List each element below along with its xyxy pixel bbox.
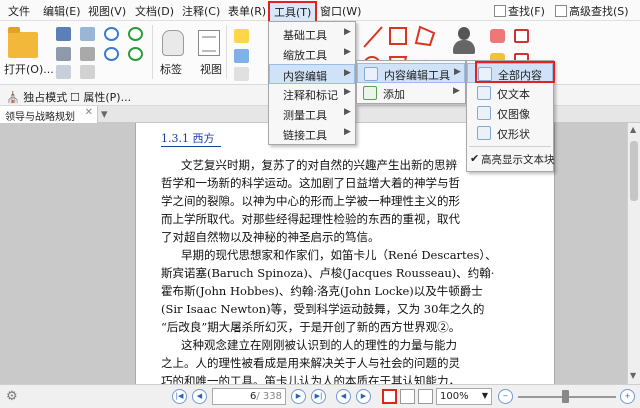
close-tab-icon[interactable]: ✕ — [85, 107, 93, 118]
vertical-scrollbar[interactable]: ▲ ▼ — [627, 123, 640, 384]
scrollbar-thumb[interactable] — [630, 141, 638, 201]
email-icon[interactable] — [80, 27, 95, 41]
standalone-mode-button[interactable]: ⛪ 独占模式 — [6, 89, 67, 105]
status-bar: ⚙ |◀ ◀ 6/ 338 ▶ ▶| ◀ ▶ 100% ▼ − + — [0, 384, 640, 408]
zoom-slider-thumb[interactable] — [562, 390, 569, 403]
paragraph-line: 这种观念建立在刚刚被认识到的人的理性的力量与能力 — [181, 338, 457, 352]
properties-button[interactable]: ☐ 属性(P)... — [70, 89, 131, 105]
page-total: / 338 — [256, 391, 282, 402]
text-icon[interactable] — [234, 49, 249, 63]
paragraph-line: 霍布斯(John Hobbes)、约翰·洛克(John Locke)以及牛顿爵士 — [161, 284, 483, 298]
tools-menu: 基础工具 ▶ 缩放工具 ▶ 内容编辑 ▶ 注释和标记 ▶ 测量工具 ▶ 链接工具 ▶ — [268, 21, 356, 145]
single-page-view-icon[interactable] — [382, 389, 397, 404]
content-edit-submenu: 内容编辑工具 ▶ 添加 ▶ — [356, 60, 466, 104]
redo-icon[interactable] — [104, 47, 119, 61]
menu-document[interactable]: 文档(D) — [135, 3, 174, 19]
advanced-find-icon — [555, 5, 567, 17]
scan-icon[interactable] — [56, 65, 71, 79]
menu-window[interactable]: 窗口(W) — [320, 3, 361, 19]
section-heading: 1.3.1 西方 — [161, 132, 215, 145]
paragraph-line: 之上。人的理性被看成是用来解决关于人与社会的问题的灵 — [161, 356, 460, 370]
paragraph-line: 斯宾诺塞(Baruch Spinoza)、卢梭(Jacques Rousseau… — [161, 266, 495, 280]
view-icon[interactable] — [198, 30, 220, 56]
prev-page-button[interactable]: ◀ — [192, 389, 207, 404]
add-tab-icon[interactable]: ▾ — [101, 107, 108, 122]
menu-tools[interactable]: 工具(T) — [268, 1, 318, 23]
document-tab[interactable]: 领导与战略规划 ✕ — [0, 106, 98, 123]
menu-bar: 文件 编辑(E) 视图(V) 文档(D) 注释(C) 表单(R) 工具(T) 窗… — [0, 0, 640, 23]
scroll-up-icon[interactable]: ▲ — [630, 125, 636, 134]
print-icon[interactable] — [56, 47, 71, 61]
advanced-find-button[interactable]: 高级查找(S) — [555, 3, 629, 19]
paragraph-line: 学之间的裂隙。以神为中心的形而上学被一种理性主义的形 — [161, 194, 460, 208]
open-folder-icon[interactable] — [8, 27, 38, 58]
open-label[interactable]: 打开(O)... — [4, 61, 54, 77]
menu-comment[interactable]: 注释(C) — [182, 3, 220, 19]
paragraph-line: (Sir Isaac Newton)等，受到科学运动鼓舞，又为 30年之久的 — [161, 302, 485, 316]
forward-icon[interactable] — [128, 47, 143, 61]
paragraph-line: 了对超自然物以及神秘的神圣启示的笃信。 — [161, 230, 380, 244]
user-stamp-icon[interactable] — [452, 27, 476, 57]
note-icon[interactable] — [234, 29, 249, 43]
find-button[interactable]: 查找(F) — [494, 3, 545, 19]
export-icon[interactable] — [80, 65, 95, 79]
menu-item-link-tools[interactable]: 链接工具 ▶ — [269, 124, 355, 144]
menu-item-text-only[interactable]: 仅文本 — [467, 83, 553, 103]
paragraph-line: 早期的现代思想家和作家们，如笛卡儿（René Descartes）、 — [181, 248, 497, 262]
next-view-button[interactable]: ▶ — [356, 389, 371, 404]
menu-form[interactable]: 表单(R) — [228, 3, 266, 19]
save-icon[interactable] — [56, 27, 71, 41]
document-tab-title: 领导与战略规划 — [5, 112, 75, 123]
view-label[interactable]: 视图 — [200, 61, 222, 77]
shape-only-icon — [477, 126, 491, 140]
menu-item-highlight-text-blocks[interactable]: ✔ 高亮显示文本块 — [467, 149, 555, 169]
continuous-view-icon[interactable] — [400, 389, 415, 404]
zoom-select[interactable]: 100% ▼ — [436, 388, 492, 405]
hand-tool-icon[interactable] — [162, 30, 184, 56]
eraser-icon[interactable] — [490, 29, 505, 43]
menu-item-zoom-tools[interactable]: 缩放工具 ▶ — [269, 44, 355, 64]
first-page-button[interactable]: |◀ — [172, 389, 187, 404]
menu-item-content-edit[interactable]: 内容编辑 ▶ — [269, 64, 355, 84]
last-page-button[interactable]: ▶| — [311, 389, 326, 404]
undo-icon[interactable] — [104, 27, 119, 41]
paragraph-line: 巧的和唯一的工具。笛卡儿认为人的本质在于其认知能力， — [161, 374, 460, 384]
paragraph-line: 哲学和一场新的科学运动。这加剧了日益增大着的神学与哲 — [161, 176, 460, 190]
menu-item-basic-tools[interactable]: 基础工具 ▶ — [269, 24, 355, 44]
menu-item-image-only[interactable]: 仅图像 — [467, 103, 553, 123]
menu-item-shape-only[interactable]: 仅形状 — [467, 123, 553, 143]
add-icon — [363, 86, 377, 100]
menu-item-annotation-markup[interactable]: 注释和标记 ▶ — [269, 84, 355, 104]
menu-item-add[interactable]: 添加 ▶ — [357, 83, 465, 103]
text-only-icon — [477, 86, 491, 100]
image-only-icon — [477, 106, 491, 120]
menu-view[interactable]: 视图(V) — [88, 3, 126, 19]
paragraph-line: 文艺复兴时期，复苏了的对自然的兴趣产生出新的思辨 — [181, 158, 457, 172]
next-page-button[interactable]: ▶ — [291, 389, 306, 404]
zoom-out-button[interactable]: − — [498, 389, 513, 404]
stamp-icon[interactable] — [234, 67, 249, 81]
menu-file[interactable]: 文件 — [8, 3, 30, 19]
menu-item-measure-tools[interactable]: 测量工具 ▶ — [269, 104, 355, 124]
paragraph-line: “后改良”期大屠杀所幻灭，于是开创了新的西方世界观②。 — [161, 320, 461, 334]
tag-label[interactable]: 标签 — [160, 61, 182, 77]
settings-gear-icon[interactable]: ⚙ — [6, 389, 18, 404]
all-content-highlight-box — [475, 61, 555, 83]
checkmark-icon: ✔ — [470, 152, 480, 165]
scroll-down-icon[interactable]: ▼ — [630, 371, 636, 380]
facing-view-icon[interactable] — [418, 389, 433, 404]
menu-item-content-edit-tools[interactable]: 内容编辑工具 ▶ — [357, 63, 465, 83]
zoom-value: 100% — [440, 391, 469, 402]
page-number-field[interactable]: 6/ 338 — [212, 388, 286, 405]
find-icon — [494, 5, 506, 17]
previous-view-button[interactable]: ◀ — [336, 389, 351, 404]
menu-edit[interactable]: 编辑(E) — [43, 3, 81, 19]
back-icon[interactable] — [128, 27, 143, 41]
zoom-in-button[interactable]: + — [620, 389, 635, 404]
shape-icon[interactable] — [514, 29, 529, 43]
paragraph-line: 而上学所取代。对那些经得起理性检验的东西的重视，取代 — [161, 212, 460, 226]
content-edit-tool-icon — [364, 67, 378, 81]
properties-icon[interactable] — [80, 47, 95, 61]
